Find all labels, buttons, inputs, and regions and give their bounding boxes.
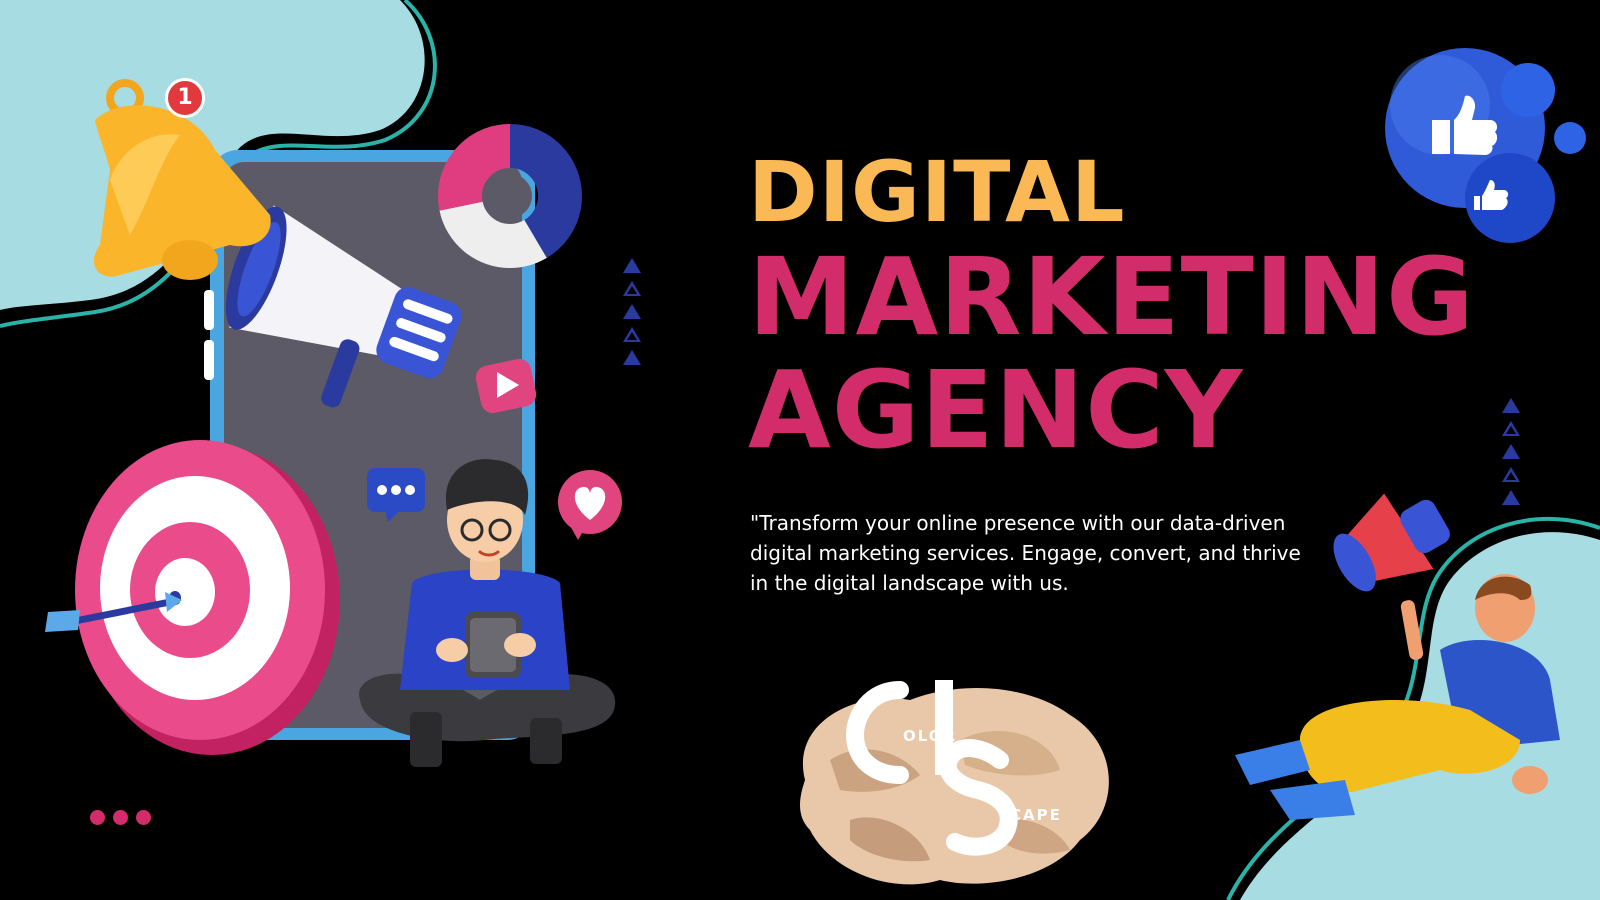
marketing-banner: 1 OLOR CAPE DIGITAL MARKETING AGENCY "Tr…	[0, 0, 1600, 900]
headline-digital: DIGITAL	[748, 143, 1126, 241]
headline-marketing: MARKETING	[748, 236, 1475, 360]
logo-text-olor: OLOR	[903, 727, 958, 745]
logo-text-cape: CAPE	[1010, 806, 1062, 824]
tagline: "Transform your online presence with our…	[750, 511, 1301, 595]
headline-agency: AGENCY	[748, 349, 1244, 473]
